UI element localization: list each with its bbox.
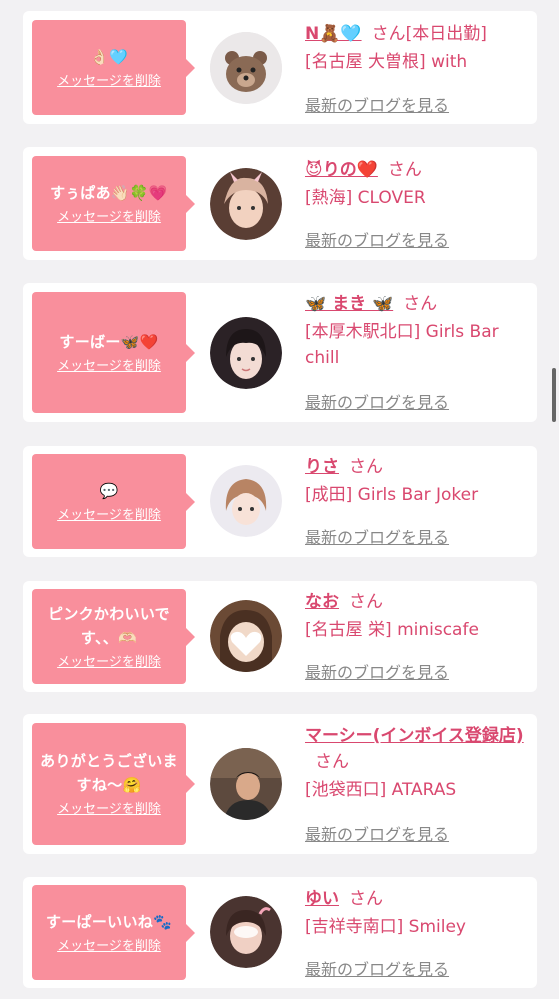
message-card: すぅぱあ👋🏻🍀💗 メッセージを削除 😈りの❤️ さん [熱海] CLOVER 最新… <box>23 147 537 260</box>
sender-info: なお さん [名古屋 栄] miniscafe <box>305 589 533 643</box>
message-card: ピンクかわいいです、、🫶🏻 メッセージを削除 なお さん [名古屋 栄] mini… <box>23 581 537 692</box>
message-text: すーぱーいいね🐾 <box>45 912 173 931</box>
sender-name-link[interactable]: 🦋 まき 🦋 <box>305 294 393 314</box>
avatar[interactable] <box>210 168 282 240</box>
delete-message-link[interactable]: メッセージを削除 <box>57 209 161 227</box>
sender-name-link[interactable]: ゆい <box>305 889 339 909</box>
message-text: ありがとうございますね〜🤗 <box>40 752 178 794</box>
sender-name-link[interactable]: N🧸🩵 <box>305 24 362 44</box>
view-blog-link[interactable]: 最新のブログを見る <box>305 659 449 683</box>
sender-info: ゆい さん [吉祥寺南口] Smiley <box>305 886 533 940</box>
message-card: 💬 メッセージを削除 りさ さん [成田] Girls Bar Joker 最新の… <box>23 446 537 557</box>
avatar[interactable] <box>210 32 282 104</box>
message-text: すーばー🦋❤️ <box>59 332 159 351</box>
shop-name: [池袋西口] ATARAS <box>305 780 457 800</box>
message-bubble: すーばー🦋❤️ メッセージを削除 <box>32 292 195 413</box>
shop-name: [吉祥寺南口] Smiley <box>305 917 466 937</box>
sender-info: りさ さん [成田] Girls Bar Joker <box>305 454 533 508</box>
message-text: ピンクかわいいです、、🫶🏻 <box>48 604 170 647</box>
avatar[interactable] <box>210 896 282 968</box>
message-card: すーばー🦋❤️ メッセージを削除 🦋 まき 🦋 さん [本厚木駅北口] Girls… <box>23 283 537 422</box>
sender-info: 🦋 まき 🦋 さん [本厚木駅北口] Girls Bar chill <box>305 291 533 371</box>
view-blog-link[interactable]: 最新のブログを見る <box>305 956 449 980</box>
message-card: 👌🏻🩵 メッセージを削除 N🧸🩵 さん[本日出勤] [名古屋 大曽根] with … <box>23 11 537 124</box>
message-bubble: すぅぱあ👋🏻🍀💗 メッセージを削除 <box>32 156 195 251</box>
message-text: 💬 <box>99 481 119 500</box>
view-blog-link[interactable]: 最新のブログを見る <box>305 92 449 116</box>
sender-name-link[interactable]: なお <box>305 592 339 612</box>
honorific: さん <box>371 24 406 44</box>
avatar[interactable] <box>210 600 282 672</box>
scrollbar[interactable] <box>552 368 556 422</box>
sender-info: N🧸🩵 さん[本日出勤] [名古屋 大曽根] with <box>305 21 533 75</box>
honorific: さん <box>349 457 383 477</box>
view-blog-link[interactable]: 最新のブログを見る <box>305 524 449 548</box>
delete-message-link[interactable]: メッセージを削除 <box>57 801 161 819</box>
honorific: さん <box>349 592 383 612</box>
message-bubble: すーぱーいいね🐾 メッセージを削除 <box>32 885 195 980</box>
honorific: さん <box>315 752 349 772</box>
view-blog-link[interactable]: 最新のブログを見る <box>305 227 449 251</box>
honorific: さん <box>349 889 383 909</box>
sender-name-link[interactable]: マーシー(インボイス登録店) <box>305 726 524 746</box>
shop-name: [名古屋 栄] miniscafe <box>305 620 479 640</box>
sender-info: 😈りの❤️ さん [熱海] CLOVER <box>305 157 533 211</box>
message-card: すーぱーいいね🐾 メッセージを削除 ゆい さん [吉祥寺南口] Smiley 最新… <box>23 877 537 988</box>
message-bubble: ピンクかわいいです、、🫶🏻 メッセージを削除 <box>32 589 195 684</box>
avatar[interactable] <box>210 465 282 537</box>
honorific: さん <box>387 160 422 180</box>
delete-message-link[interactable]: メッセージを削除 <box>57 73 161 91</box>
message-bubble: 💬 メッセージを削除 <box>32 454 195 549</box>
message-card: ありがとうございますね〜🤗 メッセージを削除 マーシー(インボイス登録店) さん … <box>23 714 537 854</box>
view-blog-link[interactable]: 最新のブログを見る <box>305 389 449 413</box>
sender-name-link[interactable]: りさ <box>305 457 339 477</box>
message-list: 👌🏻🩵 メッセージを削除 N🧸🩵 さん[本日出勤] [名古屋 大曽根] with … <box>0 0 559 999</box>
message-text: 👌🏻🩵 <box>90 47 128 66</box>
avatar[interactable] <box>210 317 282 389</box>
message-bubble: ありがとうございますね〜🤗 メッセージを削除 <box>32 723 195 845</box>
shop-name: [成田] Girls Bar Joker <box>305 485 479 505</box>
shop-name: [名古屋 大曽根] with <box>305 52 468 72</box>
shop-name: [本厚木駅北口] Girls Bar chill <box>305 322 499 368</box>
message-bubble: 👌🏻🩵 メッセージを削除 <box>32 20 195 115</box>
message-text: すぅぱあ👋🏻🍀💗 <box>50 183 168 202</box>
delete-message-link[interactable]: メッセージを削除 <box>57 654 161 672</box>
delete-message-link[interactable]: メッセージを削除 <box>57 358 161 376</box>
sender-name-link[interactable]: 😈りの❤️ <box>305 160 378 180</box>
honorific: さん <box>403 294 438 314</box>
delete-message-link[interactable]: メッセージを削除 <box>57 507 161 525</box>
shop-name: [熱海] CLOVER <box>305 188 426 208</box>
avatar[interactable] <box>210 748 282 820</box>
delete-message-link[interactable]: メッセージを削除 <box>57 938 161 956</box>
status-text: [本日出勤] <box>405 24 487 44</box>
view-blog-link[interactable]: 最新のブログを見る <box>305 821 449 845</box>
sender-info: マーシー(インボイス登録店) さん [池袋西口] ATARAS <box>305 723 533 803</box>
